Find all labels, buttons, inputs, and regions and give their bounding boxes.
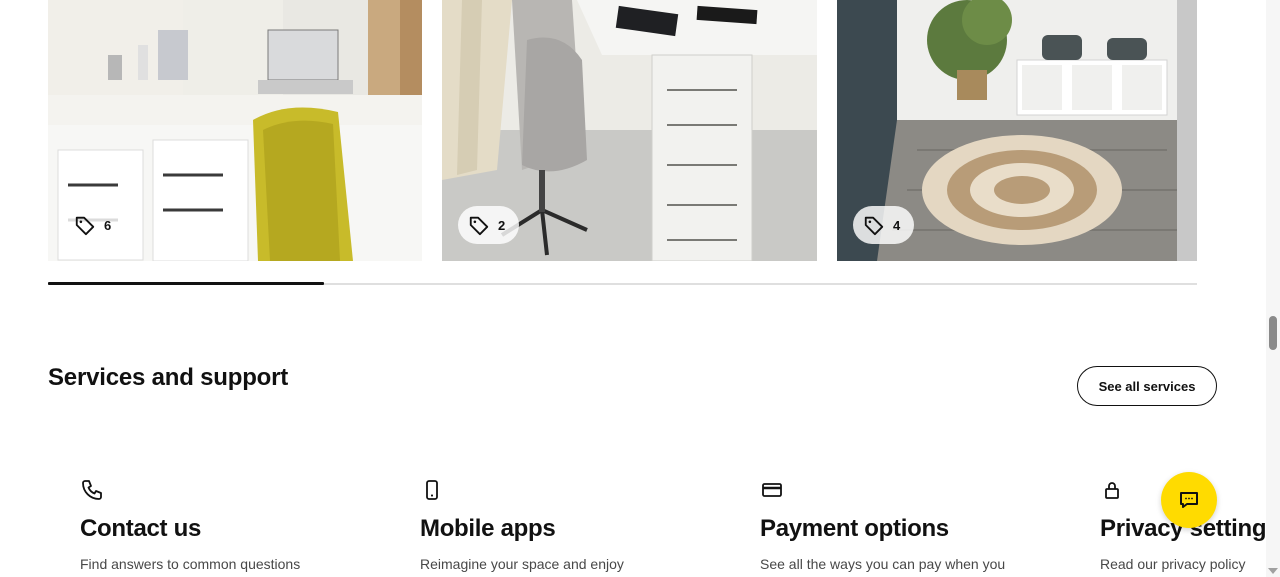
chat-icon (1180, 492, 1198, 508)
product-tags-button[interactable]: 2 (458, 206, 520, 244)
page-scrollbar[interactable] (1266, 0, 1280, 577)
tag-count: 2 (498, 217, 506, 233)
mobile-icon (426, 480, 438, 500)
inspiration-card-office-chair[interactable]: 2 (442, 0, 817, 261)
price-tag-icon (864, 216, 884, 236)
scroll-down-arrow-icon[interactable] (1268, 568, 1278, 574)
section-title: Services and support (48, 364, 289, 391)
chat-button[interactable] (1161, 472, 1217, 528)
lock-icon (1105, 482, 1119, 499)
service-contact-us[interactable]: Contact us Find answers to common questi… (80, 478, 380, 572)
carousel-scrollbar[interactable] (48, 282, 1197, 285)
see-all-services-button[interactable]: See all services (1077, 366, 1217, 406)
service-payment-options[interactable]: Payment options See all the ways you can… (760, 478, 1060, 572)
carousel-scroll-thumb[interactable] (48, 282, 324, 285)
credit-card-icon (762, 483, 782, 497)
service-title: Mobile apps (420, 515, 556, 542)
page-scroll-thumb[interactable] (1269, 316, 1277, 350)
inspiration-card-hallway[interactable]: 4 (837, 0, 1197, 261)
service-description: See all the ways you can pay when you (760, 556, 1006, 572)
service-title: Contact us (80, 515, 202, 542)
price-tag-icon (469, 216, 489, 236)
service-description: Find answers to common questions (80, 556, 301, 572)
price-tag-icon (75, 216, 95, 236)
services-list: Contact us Find answers to common questi… (0, 478, 1266, 577)
service-description: Read our privacy policy (1100, 556, 1246, 572)
tag-count: 4 (893, 217, 901, 233)
service-title: Payment options (760, 515, 949, 542)
inspiration-card-workspace[interactable]: 6 (48, 0, 422, 261)
phone-icon (82, 480, 102, 500)
service-description: Reimagine your space and enjoy (420, 556, 624, 572)
service-mobile-apps[interactable]: Mobile apps Reimagine your space and enj… (420, 478, 720, 572)
product-tags-button[interactable]: 6 (64, 206, 126, 244)
product-tags-button[interactable]: 4 (853, 206, 915, 244)
inspiration-carousel: 6 2 4 (48, 0, 1197, 261)
tag-count: 6 (104, 217, 112, 233)
